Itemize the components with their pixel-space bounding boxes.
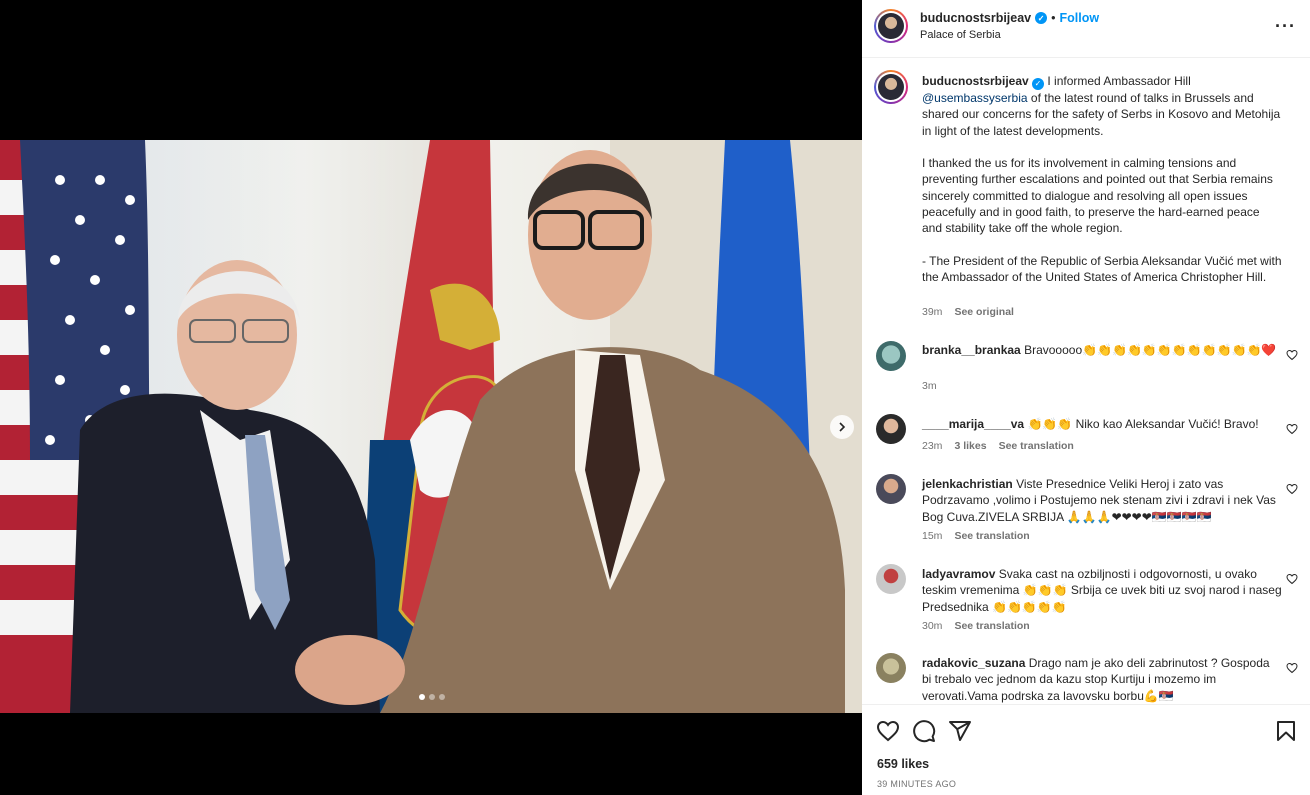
comment-time: 23m bbox=[922, 440, 943, 452]
heart-icon[interactable] bbox=[1286, 483, 1298, 495]
post-media bbox=[0, 0, 862, 795]
follow-button[interactable]: Follow bbox=[1060, 11, 1100, 25]
caption-paragraph-3: - The President of the Republic of Serbi… bbox=[922, 253, 1282, 284]
heart-icon[interactable] bbox=[876, 719, 900, 743]
comment: branka__brankaa Bravooooo👏👏👏👏👏👏👏👏👏👏👏👏❤️ bbox=[922, 342, 1282, 358]
comment-username[interactable]: ladyavramov bbox=[922, 567, 995, 581]
commenter-avatar[interactable] bbox=[876, 341, 906, 371]
caption-text-a: I informed Ambassador Hill bbox=[1047, 74, 1191, 88]
see-original-link[interactable]: See original bbox=[954, 306, 1014, 318]
carousel-dot bbox=[439, 694, 445, 700]
next-arrow-icon bbox=[839, 422, 846, 432]
comment-meta: 30m See translation bbox=[922, 620, 1030, 632]
comment: ladyavramov Svaka cast na ozbiljnosti i … bbox=[922, 566, 1282, 615]
comments-section[interactable]: buducnostsrbijeav ✓ I informed Ambassado… bbox=[862, 59, 1310, 704]
comment-text: 👏👏👏 Niko kao Aleksandar Vučić! Bravo! bbox=[1027, 417, 1259, 431]
verified-icon: ✓ bbox=[1032, 78, 1045, 91]
comment-meta: 23m 3 likes See translation bbox=[922, 440, 1074, 452]
post-timestamp: 39 MINUTES AGO bbox=[877, 779, 957, 789]
comment: ____marija____va 👏👏👏 Niko kao Aleksandar… bbox=[922, 416, 1282, 432]
see-translation-link[interactable]: See translation bbox=[954, 620, 1029, 632]
author-username[interactable]: buducnostsrbijeav bbox=[920, 11, 1031, 25]
comment-username[interactable]: jelenkachristian bbox=[922, 477, 1013, 491]
post-photo[interactable] bbox=[0, 140, 862, 713]
post-header: buducnostsrbijeav ✓ • Follow Palace of S… bbox=[862, 0, 1310, 58]
handshake bbox=[295, 635, 405, 705]
verified-icon: ✓ bbox=[1035, 12, 1048, 24]
author-avatar[interactable] bbox=[874, 9, 908, 43]
photo-illustration bbox=[0, 140, 862, 713]
comment-time: 30m bbox=[922, 620, 943, 632]
heart-icon[interactable] bbox=[1286, 423, 1298, 435]
comment-text: Bravooooo👏👏👏👏👏👏👏👏👏👏👏👏❤️ bbox=[1024, 343, 1277, 357]
commenter-avatar[interactable] bbox=[876, 653, 906, 683]
heart-icon[interactable] bbox=[1286, 349, 1298, 361]
comment: radakovic_suzana Drago nam je ako deli z… bbox=[922, 655, 1282, 704]
carousel-indicator bbox=[419, 694, 445, 700]
carousel-dot bbox=[429, 694, 435, 700]
more-options-icon[interactable]: ··· bbox=[1275, 16, 1296, 37]
share-icon[interactable] bbox=[948, 719, 972, 743]
heart-icon[interactable] bbox=[1286, 573, 1298, 585]
mention-link[interactable]: @usembassyserbia bbox=[922, 91, 1028, 105]
author-line: buducnostsrbijeav ✓ • Follow bbox=[920, 11, 1099, 25]
post-actions: 659 likes 39 MINUTES AGO bbox=[862, 704, 1310, 795]
caption-paragraph-2: I thanked the us for its involvement in … bbox=[922, 156, 1273, 236]
comment-username[interactable]: ____marija____va bbox=[922, 417, 1024, 431]
comment-likes[interactable]: 3 likes bbox=[954, 440, 986, 452]
caption-meta: 39m See original bbox=[922, 306, 1014, 318]
comment-meta: 3m bbox=[922, 380, 937, 392]
location[interactable]: Palace of Serbia bbox=[920, 29, 1001, 41]
save-icon[interactable] bbox=[1274, 719, 1298, 743]
likes-count[interactable]: 659 likes bbox=[877, 757, 929, 771]
comment-time: 3m bbox=[922, 380, 937, 392]
caption-time: 39m bbox=[922, 306, 943, 318]
comment-username[interactable]: branka__brankaa bbox=[922, 343, 1021, 357]
see-translation-link[interactable]: See translation bbox=[954, 530, 1029, 542]
next-photo-button[interactable] bbox=[830, 415, 854, 439]
see-translation-link[interactable]: See translation bbox=[999, 440, 1074, 452]
caption-avatar[interactable] bbox=[874, 70, 908, 104]
heart-icon[interactable] bbox=[1286, 662, 1298, 674]
commenter-avatar[interactable] bbox=[876, 474, 906, 504]
separator: • bbox=[1051, 11, 1056, 25]
comment-username[interactable]: radakovic_suzana bbox=[922, 656, 1025, 670]
carousel-dot bbox=[419, 694, 425, 700]
caption-text: buducnostsrbijeav ✓ I informed Ambassado… bbox=[922, 73, 1282, 285]
commenter-avatar[interactable] bbox=[876, 564, 906, 594]
caption-username[interactable]: buducnostsrbijeav bbox=[922, 74, 1029, 88]
commenter-avatar[interactable] bbox=[876, 414, 906, 444]
comment-meta: 15m See translation bbox=[922, 530, 1030, 542]
comment-icon[interactable] bbox=[912, 719, 936, 743]
comment: jelenkachristian Viste Presednice Veliki… bbox=[922, 476, 1282, 525]
comment-time: 15m bbox=[922, 530, 943, 542]
post-side-panel: buducnostsrbijeav ✓ • Follow Palace of S… bbox=[862, 0, 1310, 795]
